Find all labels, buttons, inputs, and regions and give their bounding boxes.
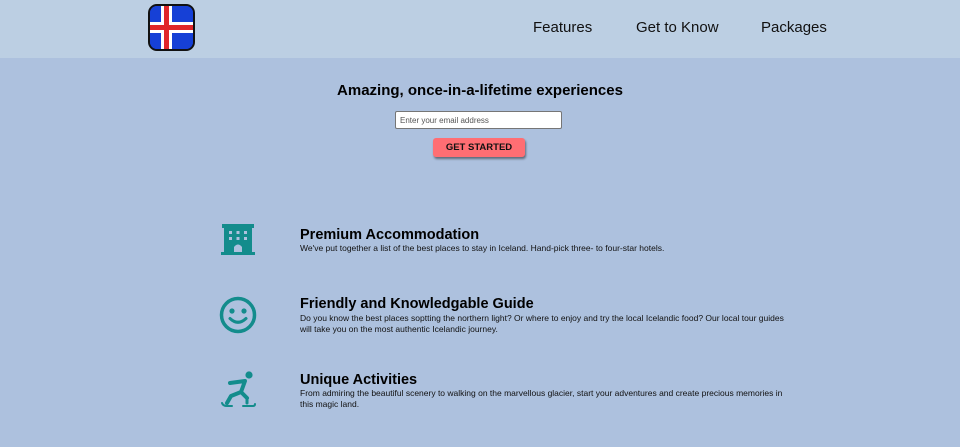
feature-description: From admiring the beautiful scenery to w…	[300, 388, 783, 409]
header: Features Get to Know Packages	[0, 0, 960, 58]
nav-packages[interactable]: Packages	[761, 19, 827, 36]
nav-get-to-know[interactable]: Get to Know	[636, 19, 719, 36]
smiley-icon	[218, 295, 258, 335]
feature-description: Do you know the best places soptting the…	[300, 313, 784, 334]
email-input[interactable]	[395, 111, 562, 129]
feature-title: Unique Activities	[300, 372, 418, 388]
feature-description: We've put together a list of the best pl…	[300, 243, 665, 253]
iceland-flag-icon[interactable]	[148, 4, 195, 51]
nav-features[interactable]: Features	[533, 19, 592, 36]
hotel-icon	[218, 221, 258, 261]
ice-skating-icon	[218, 370, 258, 410]
hero-title: Amazing, once-in-a-lifetime experiences	[337, 82, 623, 99]
feature-title: Friendly and Knowledgable Guide	[300, 296, 534, 312]
get-started-button[interactable]: GET STARTED	[433, 138, 525, 157]
feature-title: Premium Accommodation	[300, 227, 480, 243]
